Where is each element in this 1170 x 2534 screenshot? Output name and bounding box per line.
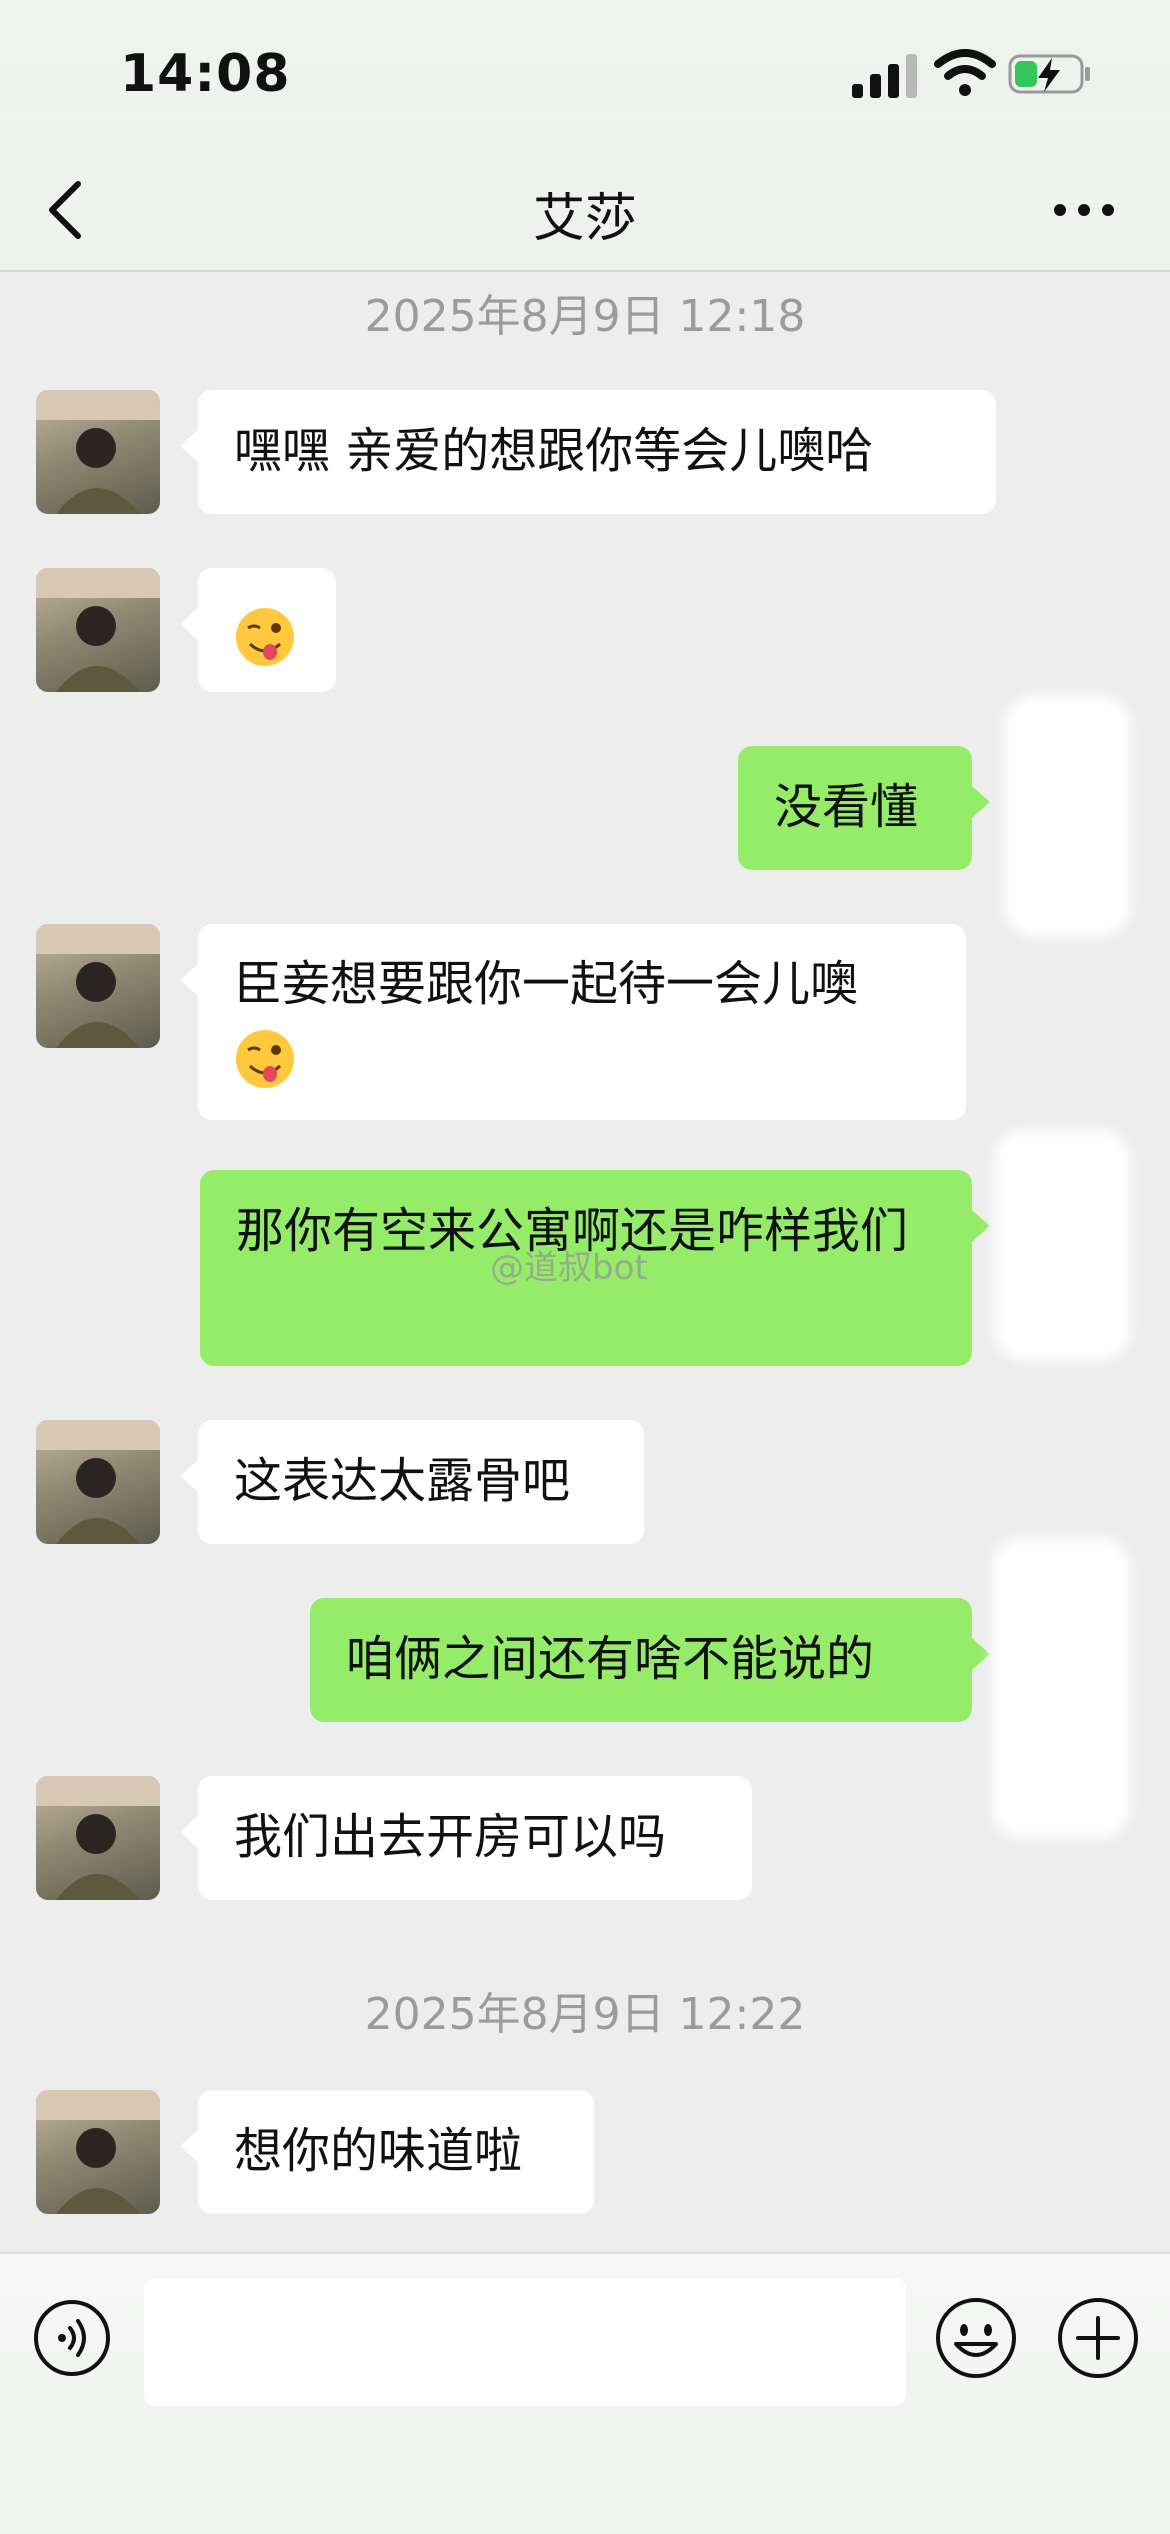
voice-icon[interactable] [32, 2298, 112, 2378]
battery-charging-icon [1008, 54, 1090, 94]
avatar[interactable] [36, 1776, 160, 1900]
nav-bar: 艾莎 [0, 150, 1170, 272]
avatar[interactable] [36, 568, 160, 692]
redacted-avatar [992, 1538, 1130, 1838]
timestamp: 2025年8月9日 12:22 [364, 1989, 806, 2040]
smiley-icon[interactable] [934, 2296, 1018, 2380]
message-bubble[interactable]: 想你的味道啦 [180, 2090, 594, 2214]
input-bar [0, 2252, 1170, 2534]
message-bubble[interactable]: 我们出去开房可以吗 [180, 1776, 752, 1900]
message-bubble[interactable] [180, 568, 336, 692]
status-time: 14:08 [120, 44, 291, 104]
redacted-avatar [1004, 696, 1130, 936]
plus-circle-icon[interactable] [1056, 2296, 1140, 2380]
status-bar: 14:08 [0, 0, 1170, 150]
message-bubble[interactable]: 没看懂 [738, 746, 990, 870]
avatar[interactable] [36, 1420, 160, 1544]
more-icon[interactable] [1052, 196, 1116, 224]
message-text: 臣妾想要跟你一起待一会儿噢 [234, 956, 859, 1012]
avatar[interactable] [36, 390, 160, 514]
avatar[interactable] [36, 924, 160, 1048]
chat-title: 艾莎 [532, 189, 637, 249]
wifi-icon [934, 49, 996, 96]
wink-tongue-emoji [236, 1030, 294, 1088]
timestamp: 2025年8月9日 12:18 [364, 291, 806, 342]
avatar[interactable] [36, 2090, 160, 2214]
message-bubble[interactable]: 这表达太露骨吧 [180, 1420, 644, 1544]
message-input[interactable] [144, 2278, 906, 2406]
message-bubble[interactable]: 臣妾想要跟你一起待一会儿噢 [180, 924, 966, 1120]
redacted-avatar [994, 1130, 1130, 1360]
watermark: @道叔bot [490, 1248, 648, 1288]
signal-icon [852, 54, 917, 98]
message-bubble[interactable]: 嘿嘿 亲爱的想跟你等会儿噢哈 [180, 390, 996, 514]
message-bubble[interactable]: 咱俩之间还有啥不能说的 [310, 1598, 990, 1722]
wink-tongue-emoji [236, 608, 294, 666]
